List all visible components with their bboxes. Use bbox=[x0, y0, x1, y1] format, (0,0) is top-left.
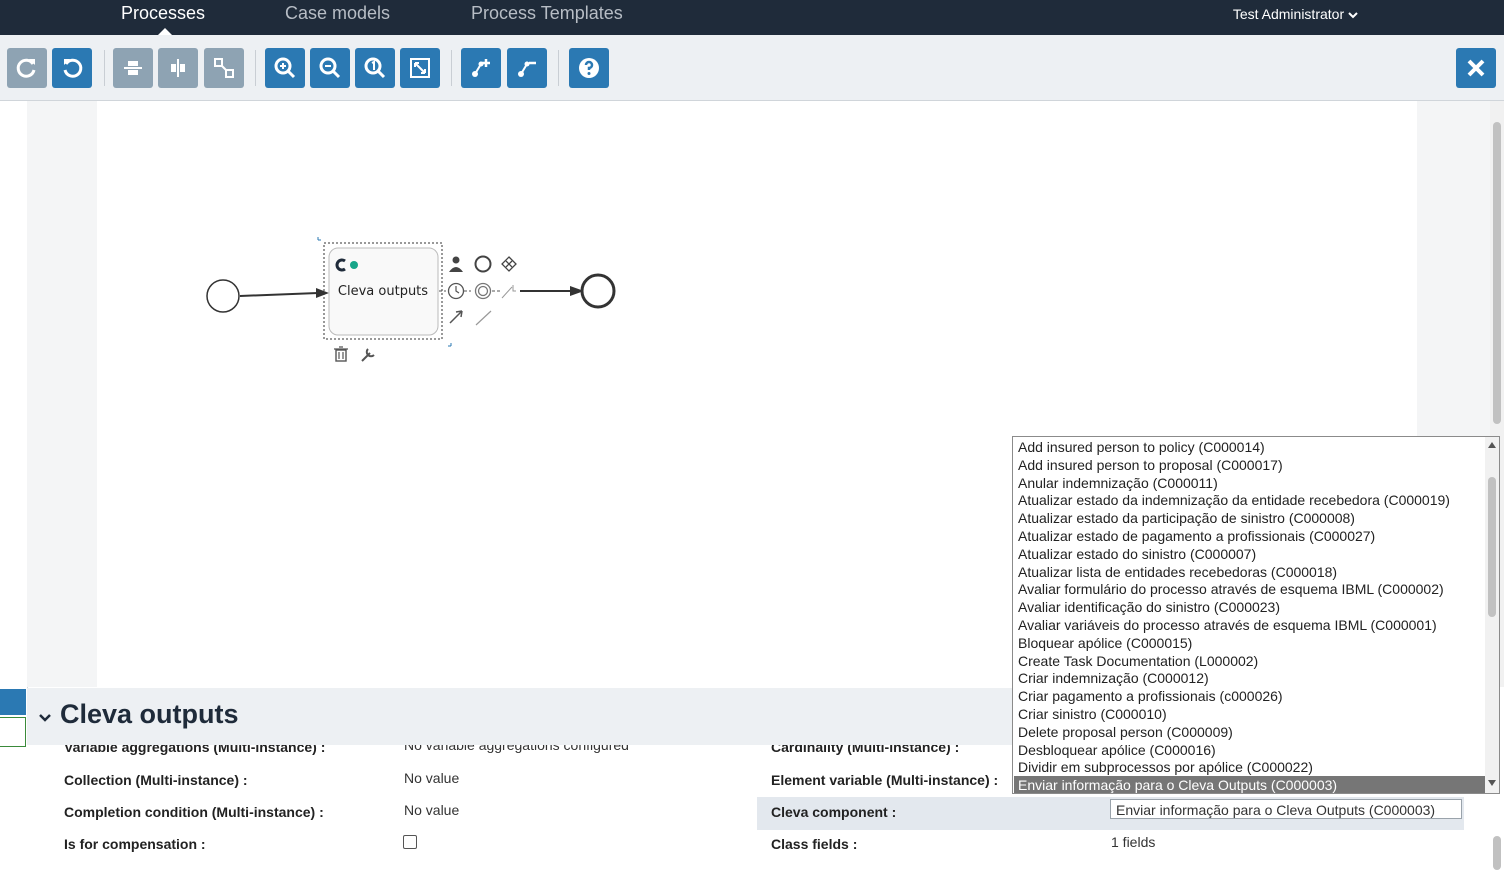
dropdown-option[interactable]: Avaliar identificação do sinistro (C0000… bbox=[1018, 598, 1280, 616]
dropdown-option[interactable]: Dividir em subprocessos por apólice (C00… bbox=[1018, 758, 1313, 776]
completion-condition-label: Completion condition (Multi-instance) : bbox=[64, 804, 324, 820]
cleva-component-select[interactable]: Enviar informação para o Cleva Outputs (… bbox=[1110, 799, 1462, 819]
side-tab[interactable] bbox=[0, 717, 26, 747]
user-menu[interactable]: Test Administrator bbox=[1233, 6, 1358, 22]
element-variable-label: Element variable (Multi-instance) : bbox=[771, 772, 999, 788]
class-fields-value[interactable]: 1 fields bbox=[1111, 834, 1155, 850]
tab-processes[interactable]: Processes bbox=[121, 3, 205, 24]
editor-toolbar bbox=[0, 35, 1504, 101]
chevron-down-icon[interactable] bbox=[38, 712, 52, 724]
add-bendpoint-icon bbox=[472, 59, 490, 77]
redo-icon bbox=[16, 58, 36, 78]
undo-icon bbox=[63, 58, 83, 78]
completion-condition-value[interactable]: No value bbox=[404, 802, 459, 818]
same-size-button[interactable] bbox=[204, 48, 244, 88]
side-tab-active[interactable] bbox=[0, 689, 26, 715]
tab-process-templates[interactable]: Process Templates bbox=[471, 3, 623, 24]
same-size-icon bbox=[214, 58, 234, 78]
toolbar-divider bbox=[104, 50, 105, 86]
dropdown-option[interactable]: Anular indemnização (C000011) bbox=[1018, 474, 1218, 492]
dropdown-option[interactable]: Criar sinistro (C000010) bbox=[1018, 705, 1167, 723]
properties-title: Cleva outputs bbox=[60, 699, 239, 729]
dropdown-option[interactable]: Bloquear apólice (C000015) bbox=[1018, 634, 1192, 652]
dropdown-option[interactable]: Add insured person to proposal (C000017) bbox=[1018, 456, 1283, 474]
close-editor-button[interactable] bbox=[1456, 48, 1496, 88]
zoom-fit-button[interactable] bbox=[400, 48, 440, 88]
close-icon bbox=[1467, 59, 1485, 77]
zoom-actual-icon bbox=[364, 57, 386, 79]
zoom-actual-button[interactable] bbox=[355, 48, 395, 88]
task-label: Cleva outputs bbox=[337, 284, 429, 299]
scroll-up-icon[interactable] bbox=[1488, 442, 1496, 448]
toolbar-divider bbox=[451, 50, 452, 86]
dropdown-option[interactable]: Delete proposal person (C000009) bbox=[1018, 723, 1233, 741]
dropdown-option[interactable]: Avaliar formulário do processo através d… bbox=[1018, 580, 1444, 598]
active-tab-caret bbox=[158, 28, 172, 35]
dropdown-option[interactable]: Add insured person to policy (C000014) bbox=[1018, 438, 1265, 456]
dropdown-option[interactable]: Criar pagamento a profissionais (c000026… bbox=[1018, 687, 1283, 705]
scroll-down-icon[interactable] bbox=[1488, 780, 1496, 786]
redo-button[interactable] bbox=[7, 48, 47, 88]
dropdown-option[interactable]: Atualizar estado de pagamento a profissi… bbox=[1018, 527, 1375, 545]
align-vertical-button[interactable] bbox=[158, 48, 198, 88]
dropdown-option[interactable]: Create Task Documentation (L000002) bbox=[1018, 652, 1258, 670]
dropdown-option[interactable]: Enviar informação para o Cleva Outputs (… bbox=[1014, 776, 1488, 793]
cardinality-label: Cardinality (Multi-instance) : bbox=[771, 745, 960, 755]
zoom-in-button[interactable] bbox=[265, 48, 305, 88]
user-name: Test Administrator bbox=[1232, 6, 1345, 22]
undo-button[interactable] bbox=[52, 48, 92, 88]
dropdown-option[interactable]: Criar indemnização (C000012) bbox=[1018, 669, 1209, 687]
collection-label: Collection (Multi-instance) : bbox=[64, 772, 248, 788]
top-navbar: Processes Case models Process Templates … bbox=[0, 0, 1504, 35]
dropdown-option[interactable]: Atualizar lista de entidades recebedoras… bbox=[1018, 563, 1337, 581]
toolbar-divider bbox=[255, 50, 256, 86]
dropdown-option[interactable]: Avaliar variáveis do processo através de… bbox=[1018, 616, 1437, 634]
dropdown-option[interactable]: Atualizar estado do sinistro (C000007) bbox=[1018, 545, 1256, 563]
remove-bendpoint-icon bbox=[518, 61, 536, 77]
zoom-out-icon bbox=[319, 57, 341, 79]
dropdown-scrollbar-thumb[interactable] bbox=[1488, 477, 1496, 617]
dropdown-scrollbar[interactable] bbox=[1485, 437, 1499, 793]
variable-aggregations-label: Variable aggregations (Multi-instance) : bbox=[64, 745, 326, 755]
align-horizontal-button[interactable] bbox=[113, 48, 153, 88]
add-bendpoint-button[interactable] bbox=[461, 48, 501, 88]
remove-bendpoint-button[interactable] bbox=[507, 48, 547, 88]
align-vertical-icon bbox=[171, 59, 185, 77]
compensation-checkbox[interactable] bbox=[403, 835, 417, 849]
compensation-label: Is for compensation : bbox=[64, 836, 206, 852]
cleva-component-label: Cleva component : bbox=[771, 804, 897, 820]
chevron-down-icon bbox=[1348, 12, 1358, 19]
zoom-fit-icon bbox=[410, 58, 430, 78]
panel-scrollbar-thumb[interactable] bbox=[1493, 836, 1501, 870]
align-horizontal-icon bbox=[124, 61, 142, 75]
dropdown-option[interactable]: Desbloquear apólice (C000016) bbox=[1018, 741, 1216, 759]
canvas-scrollbar-thumb[interactable] bbox=[1493, 122, 1501, 424]
zoom-in-icon bbox=[274, 57, 296, 79]
dropdown-option[interactable]: Atualizar estado da participação de sini… bbox=[1018, 509, 1355, 527]
toolbar-divider bbox=[558, 50, 559, 86]
help-button[interactable] bbox=[569, 48, 609, 88]
variable-aggregations-value[interactable]: No variable aggregations configured bbox=[404, 745, 629, 753]
collection-value[interactable]: No value bbox=[404, 770, 459, 786]
left-palette-strip bbox=[0, 101, 28, 870]
help-icon bbox=[579, 58, 599, 78]
dropdown-option[interactable]: Atualizar estado da indemnização da enti… bbox=[1018, 491, 1450, 509]
class-fields-label: Class fields : bbox=[771, 836, 858, 852]
tab-case-models[interactable]: Case models bbox=[285, 3, 390, 24]
cleva-component-dropdown[interactable]: Add insured person to policy (C000014) Ad… bbox=[1012, 436, 1500, 794]
zoom-out-button[interactable] bbox=[310, 48, 350, 88]
